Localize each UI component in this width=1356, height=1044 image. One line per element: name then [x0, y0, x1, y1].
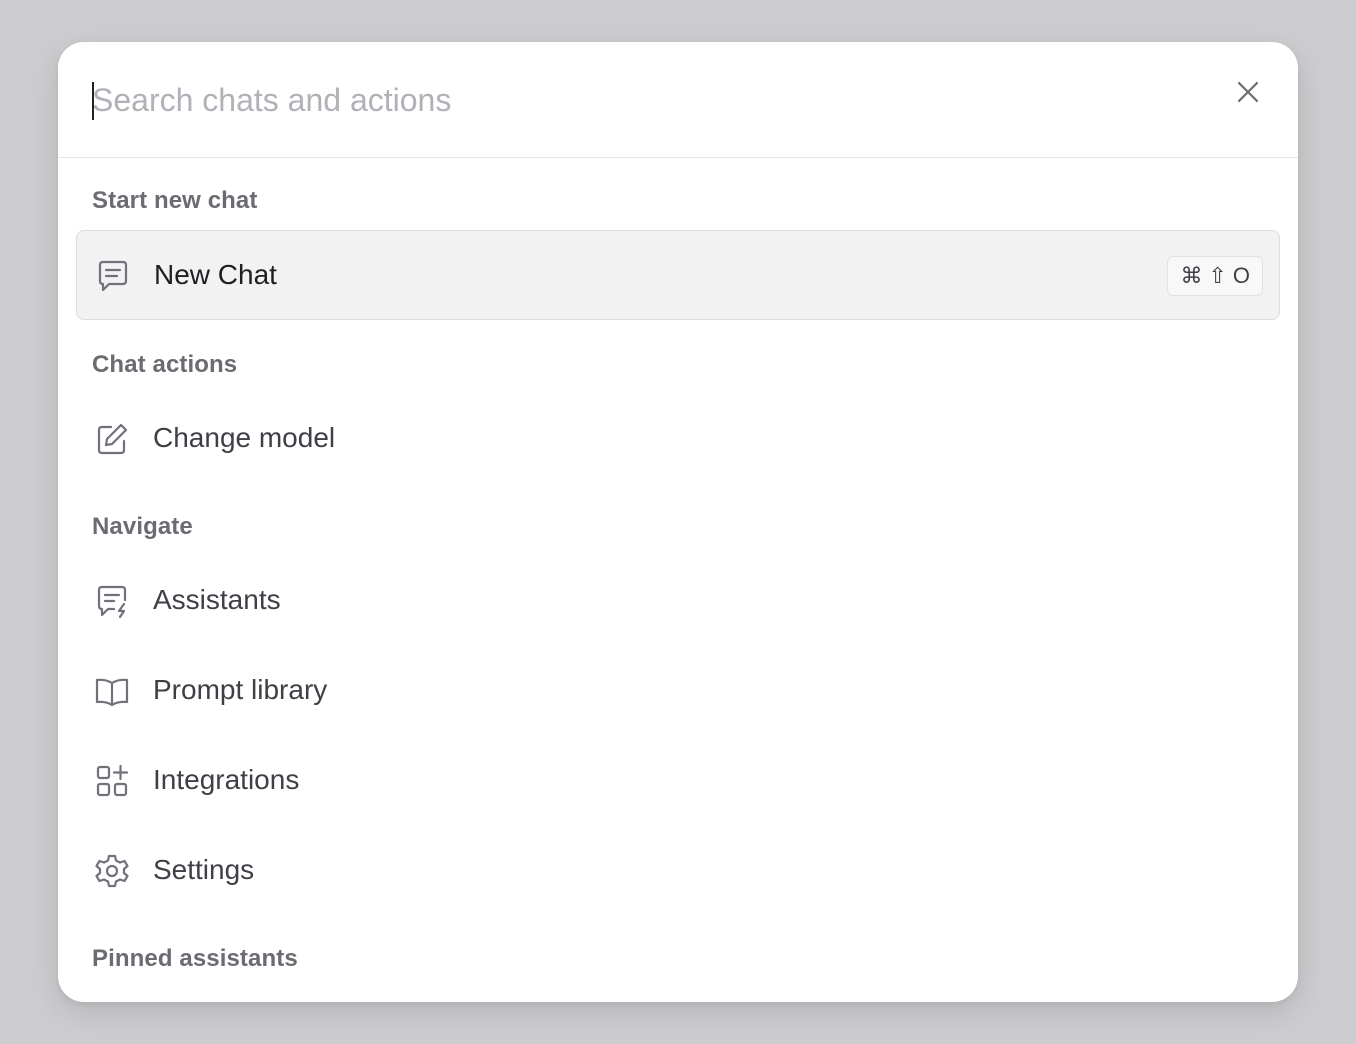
- section-label-navigate: Navigate: [92, 513, 193, 540]
- section-label-pinned-assistants: Pinned assistants: [92, 945, 298, 972]
- shortcut-key-letter: O: [1232, 263, 1250, 288]
- book-open-icon: [95, 678, 129, 707]
- pencil-edit-icon: [97, 423, 128, 455]
- command-item-label: Settings: [153, 854, 255, 885]
- command-item-new-chat[interactable]: New Chat ⌘ ⇧ O: [76, 230, 1280, 320]
- command-item-label: Integrations: [153, 764, 300, 795]
- close-icon: [1237, 81, 1259, 103]
- chat-bolt-icon: [97, 585, 127, 619]
- section-label-chat-actions: Chat actions: [92, 351, 238, 378]
- command-item-label: Prompt library: [153, 674, 328, 705]
- command-item-assistants[interactable]: Assistants: [76, 556, 1280, 646]
- command-key-icon: ⌘: [1180, 263, 1203, 288]
- command-item-prompt-library[interactable]: Prompt library: [76, 646, 1280, 736]
- chat-bubble-icon: [98, 260, 128, 292]
- command-item-label: New Chat: [154, 259, 277, 290]
- command-item-change-model[interactable]: Change model: [76, 394, 1280, 484]
- shift-key-icon: ⇧: [1208, 263, 1227, 288]
- command-item-label: Change model: [153, 422, 336, 453]
- command-palette: Start new chat New Chat ⌘ ⇧ O Chat actio…: [58, 42, 1298, 1002]
- grid-plus-icon: [96, 764, 129, 797]
- close-button[interactable]: [1230, 74, 1266, 110]
- keyboard-shortcut-badge: ⌘ ⇧ O: [1167, 256, 1263, 296]
- command-item-integrations[interactable]: Integrations: [76, 736, 1280, 826]
- search-input[interactable]: [92, 76, 1192, 124]
- command-item-label: Assistants: [153, 584, 281, 615]
- section-label-start-new-chat: Start new chat: [92, 187, 258, 214]
- text-caret: [92, 82, 94, 120]
- gear-icon: [95, 854, 129, 888]
- command-item-settings[interactable]: Settings: [76, 826, 1280, 916]
- search-row: [58, 42, 1298, 158]
